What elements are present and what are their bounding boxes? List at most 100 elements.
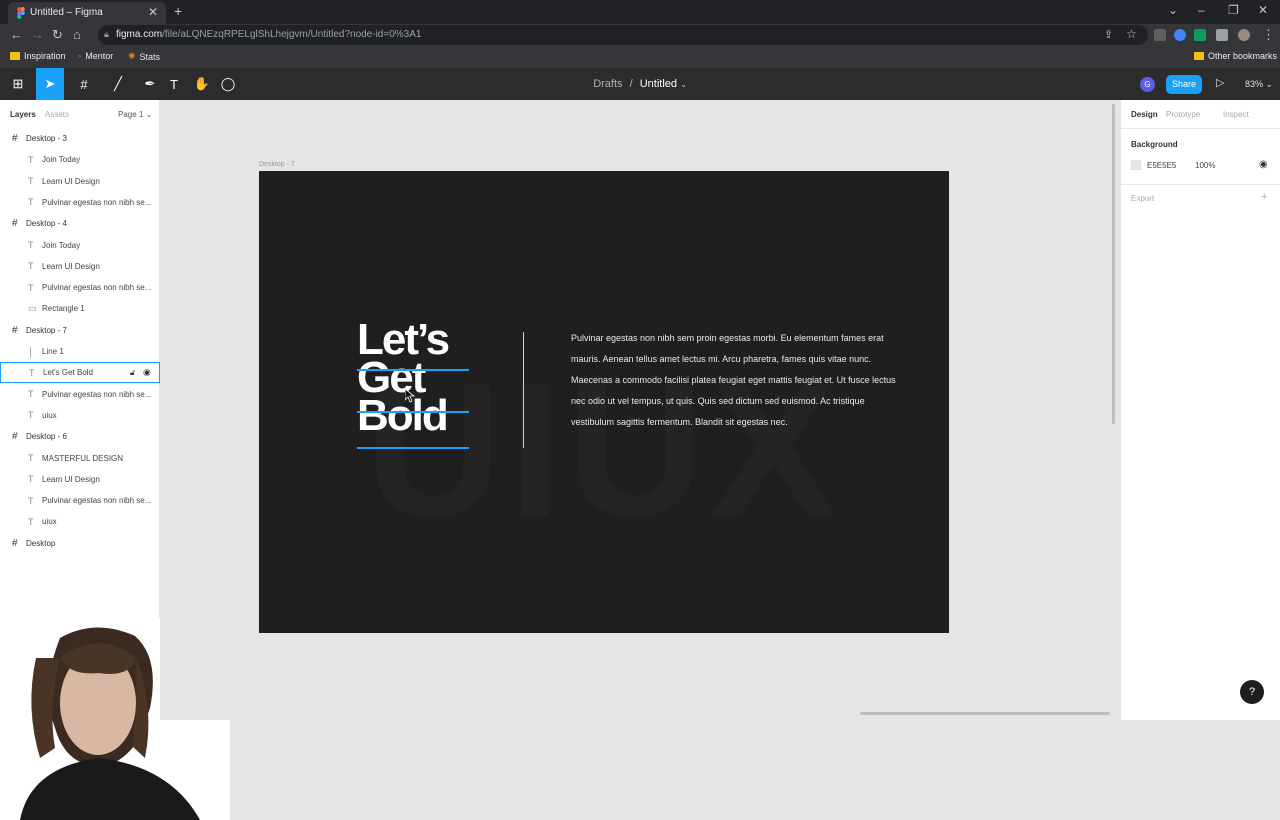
present-icon[interactable]: ▷ [1216,76,1224,89]
layer-label: uiux [42,517,57,527]
minimize-icon[interactable]: – [1198,3,1205,17]
text-layer-icon: T [28,516,34,527]
layer-row[interactable]: T Learn UI Design [0,256,160,277]
reload-icon[interactable]: ↻ [52,27,63,43]
layer-label: Desktop [26,538,56,548]
layers-panel: Layers Assets Page 1 ⌄ # Desktop - 3 T Join… [0,100,230,820]
tab-title: Untitled – Figma [30,7,103,18]
page-selector[interactable]: Page 1 ⌄ [118,110,152,119]
layer-label: Desktop - 4 [26,219,67,229]
layer-row[interactable]: T Let's Get Bold 🔓︎ ◉ [0,362,160,384]
text-layer-icon: T [28,453,34,463]
layer-label: Let's Get Bold [43,368,93,378]
layer-row[interactable]: T Learn UI Design [0,469,160,490]
text-baseline-guide [357,369,469,371]
layer-row[interactable]: T MASTERFUL DESIGN [0,448,160,469]
puzzle-icon[interactable] [1216,29,1228,41]
text-layer-icon: T [28,197,34,208]
back-icon[interactable]: ← [10,27,23,42]
background-opacity-input[interactable]: 100% [1195,161,1215,170]
design-panel: Design Prototype Inspect Background E5E5… [1120,100,1280,720]
layer-row[interactable]: T Pulvinar egestas non nibh se... [0,277,160,298]
eye-icon[interactable]: ◉ [1259,159,1268,170]
restore-icon[interactable]: ❐ [1228,3,1239,17]
user-avatar[interactable]: G [1140,77,1155,92]
layer-row[interactable]: T Join Today [0,235,160,256]
horizontal-scrollbar[interactable] [860,712,1110,715]
layer-label: Rectangle 1 [42,304,85,314]
extension-green-icon[interactable] [1194,29,1206,41]
url-text: figma.com/file/aLQNEzqRPELglShLhejgvm/Un… [116,29,422,40]
new-tab-icon[interactable]: + [174,3,182,19]
layer-frame-row[interactable]: # Desktop - 7 [0,320,160,341]
chevron-down-icon[interactable]: ⌄ [680,80,687,89]
other-bookmarks[interactable]: Other bookmarks [1194,51,1277,61]
vertical-scrollbar[interactable] [1112,104,1115,424]
drafts-link[interactable]: Drafts [593,78,622,90]
frame-label[interactable]: Desktop - 7 [259,161,295,168]
menu-kebab-icon[interactable]: ⋮ [1262,27,1275,43]
lock-icon: 🔒︎ [104,29,109,39]
background-color-swatch[interactable] [1131,160,1141,170]
layer-row[interactable]: T Join Today [0,149,160,170]
help-button[interactable]: ? [1240,680,1264,704]
file-name[interactable]: Untitled [640,78,677,90]
left-panel-tabs: Layers Assets Page 1 ⌄ [0,100,160,128]
url-input[interactable]: 🔒︎ figma.com/file/aLQNEzqRPELglShLhejgvm… [98,25,1148,45]
tab-prototype[interactable]: Prototype [1166,110,1200,119]
layer-row[interactable]: ▭ Rectangle 1 [0,298,160,319]
browser-tab[interactable]: Untitled – Figma ✕ [8,2,166,24]
share-button[interactable]: Share [1166,75,1202,94]
layer-frame-row[interactable]: # Desktop [0,533,160,554]
tab-search-icon[interactable]: ⌄ [1168,3,1178,17]
layer-row[interactable]: T Pulvinar egestas non nibh se... [0,192,160,213]
text-layer-icon: T [29,367,35,378]
unlock-icon[interactable]: 🔓︎ [130,368,135,378]
home-icon[interactable]: ⌂ [73,27,81,42]
zoom-dropdown[interactable]: 83% ⌄ [1245,79,1273,90]
headline-text[interactable]: Let’s Get Bold [357,318,471,438]
divider-line[interactable] [523,332,524,448]
desktop-7-frame[interactable]: UIUX Let’s Get Bold Pulvinar egestas non… [259,171,949,633]
layer-row[interactable]: Tuiux [0,405,160,426]
layer-label: Learn UI Design [42,474,100,484]
tab-inspect[interactable]: Inspect [1223,110,1249,119]
profile-avatar-icon[interactable] [1238,29,1250,41]
layer-row[interactable]: T Pulvinar egestas non nibh se... [0,490,160,511]
layer-row[interactable]: Tuiux [0,511,160,532]
tab-layers[interactable]: Layers [10,110,36,119]
frame-layer-icon: # [12,431,18,443]
text-layer-icon: T [28,154,34,165]
frame-layer-icon: # [12,218,18,230]
layer-label: MASTERFUL DESIGN [42,453,124,463]
layer-row[interactable]: │ Line 1 [0,341,160,362]
layer-label: Join Today [42,240,81,250]
background-hex-input[interactable]: E5E5E5 [1147,161,1176,170]
share-page-icon[interactable]: ⇪ [1104,28,1113,41]
layer-frame-row[interactable]: # Desktop - 6 [0,426,160,447]
bookmarks-bar: Inspiration ◦ Mentor ✺ Stats Other bookmar… [0,46,1280,68]
layer-row[interactable]: T Learn UI Design [0,171,160,192]
close-window-icon[interactable]: ✕ [1258,3,1268,17]
tab-design[interactable]: Design [1131,110,1158,119]
bookmark-mentor[interactable]: ◦ Mentor [78,51,113,61]
layer-frame-row[interactable]: # Desktop - 4 [0,213,160,234]
tab-assets[interactable]: Assets [45,110,69,119]
layer-frame-row[interactable]: # Desktop - 3 [0,128,160,149]
text-layer-icon: T [28,240,34,250]
layer-label: Pulvinar egestas non nibh se... [42,283,152,293]
extension-icon[interactable] [1154,29,1166,41]
bookmark-stats[interactable]: ✺ Stats [128,51,160,62]
add-export-icon[interactable]: + [1261,191,1267,203]
breadcrumb-separator: / [629,78,633,90]
close-tab-icon[interactable]: ✕ [148,5,158,19]
eye-icon[interactable]: ◉ [143,367,151,378]
forward-icon[interactable]: → [31,27,44,42]
bookmark-star-icon[interactable]: ☆ [1126,27,1137,41]
body-paragraph[interactable]: Pulvinar egestas non nibh sem proin eges… [571,328,901,433]
layer-label: Learn UI Design [42,261,100,271]
text-layer-icon: T [28,474,34,485]
bookmark-inspiration[interactable]: Inspiration [10,51,66,61]
layer-row[interactable]: T Pulvinar egestas non nibh se... [0,384,160,405]
profile-extension-icon[interactable] [1174,29,1186,41]
